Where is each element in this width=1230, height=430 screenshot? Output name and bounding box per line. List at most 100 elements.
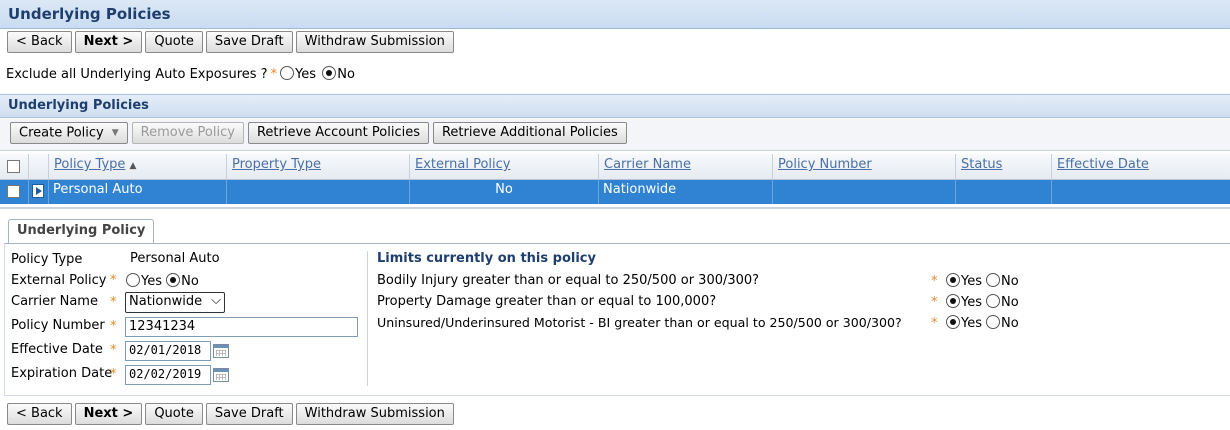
quote-button[interactable]: Quote <box>145 31 203 53</box>
row-expander-cell <box>28 180 48 204</box>
policy-number-sort-link[interactable]: Policy Number <box>778 157 872 172</box>
next-button[interactable]: Next > <box>74 31 143 53</box>
select-all-checkbox[interactable] <box>7 160 20 173</box>
required-icon: * <box>270 67 278 82</box>
exclude-yes-radio[interactable] <box>280 66 295 80</box>
required-icon: * <box>931 316 938 331</box>
effective-date-input[interactable]: 02/01/2018 <box>125 341 211 361</box>
cell-property-type <box>226 180 409 204</box>
list-toolbar: Create Policy ▼ Remove Policy Retrieve Ac… <box>0 119 1230 151</box>
effective-date-sort-link[interactable]: Effective Date <box>1057 157 1149 172</box>
external-no-radio[interactable] <box>166 273 181 287</box>
retrieve-additional-policies-button[interactable]: Retrieve Additional Policies <box>432 122 627 144</box>
policy-type-value: Personal Auto <box>130 251 220 266</box>
quote-button[interactable]: Quote <box>145 403 203 425</box>
row-expander-icon[interactable] <box>32 183 44 198</box>
bodily-injury-yes-label: Yes <box>961 274 982 289</box>
calendar-icon[interactable] <box>213 344 229 358</box>
status-sort-link[interactable]: Status <box>961 157 1002 172</box>
dropdown-arrow-icon: ▼ <box>111 128 119 138</box>
carrier-name-select[interactable]: Nationwide ⌵ <box>125 292 225 313</box>
required-icon: * <box>931 274 938 289</box>
create-policy-label: Create Policy <box>19 125 104 141</box>
uninsured-motorist-yes-radio[interactable] <box>946 315 960 329</box>
column-header-policy-type[interactable]: Policy Type ▲ <box>48 154 226 179</box>
retrieve-account-policies-button[interactable]: Retrieve Account Policies <box>247 122 429 144</box>
required-icon: * <box>110 295 117 310</box>
bottom-toolbar: < Back Next > Quote Save Draft Withdraw … <box>7 403 454 425</box>
remove-policy-button: Remove Policy <box>131 122 244 144</box>
effective-date-label: Effective Date <box>11 342 103 357</box>
policy-type-label: Policy Type <box>11 252 83 267</box>
property-type-sort-link[interactable]: Property Type <box>232 157 321 172</box>
property-damage-yes-radio[interactable] <box>946 294 960 308</box>
table-row[interactable]: Personal Auto No Nationwide <box>0 180 1230 204</box>
bodily-injury-no-radio[interactable] <box>986 273 1000 287</box>
exclude-question-label: Exclude all Underlying Auto Exposures ? <box>6 67 268 82</box>
column-header-property-type[interactable]: Property Type <box>226 154 409 179</box>
chevron-down-icon: ⌵ <box>211 293 221 308</box>
expiration-date-label: Expiration Date <box>11 366 113 381</box>
uninsured-motorist-radios: Yes No <box>946 315 1019 331</box>
column-header-policy-number[interactable]: Policy Number <box>772 154 955 179</box>
bodily-injury-no-label: No <box>1001 274 1019 289</box>
limits-question-property-damage: Property Damage greater than or equal to… <box>377 294 717 309</box>
sort-ascending-icon: ▲ <box>129 161 137 171</box>
withdraw-submission-button[interactable]: Withdraw Submission <box>295 403 454 425</box>
policy-number-input[interactable]: 12341234 <box>125 317 358 337</box>
required-icon: * <box>110 319 117 334</box>
back-button[interactable]: < Back <box>7 403 72 425</box>
select-all-cell <box>0 154 28 179</box>
required-icon: * <box>110 273 117 288</box>
required-icon: * <box>110 367 117 382</box>
column-header-effective-date[interactable]: Effective Date <box>1051 154 1230 179</box>
next-button[interactable]: Next > <box>74 403 143 425</box>
save-draft-button[interactable]: Save Draft <box>205 403 293 425</box>
underlying-policies-header: Underlying Policies <box>0 94 1230 118</box>
cell-policy-number <box>772 180 955 204</box>
external-yes-radio[interactable] <box>126 273 140 287</box>
calendar-icon[interactable] <box>213 368 229 382</box>
exclude-no-label: No <box>337 67 355 82</box>
limits-question-bodily-injury: Bodily Injury greater than or equal to 2… <box>377 273 760 288</box>
uninsured-motorist-no-label: No <box>1001 316 1019 331</box>
policy-type-sort-link[interactable]: Policy Type <box>54 157 125 172</box>
external-policy-label: External Policy <box>11 273 107 288</box>
expander-header-cell <box>28 154 48 179</box>
tab-underlying-policy[interactable]: Underlying Policy <box>8 219 155 244</box>
save-draft-button[interactable]: Save Draft <box>205 31 293 53</box>
divider <box>367 251 368 386</box>
required-icon: * <box>931 295 938 310</box>
bodily-injury-yes-radio[interactable] <box>946 273 960 287</box>
row-select-cell <box>0 180 28 204</box>
create-policy-button[interactable]: Create Policy ▼ <box>10 122 128 144</box>
column-header-carrier-name[interactable]: Carrier Name <box>598 154 772 179</box>
property-damage-radios: Yes No <box>946 294 1019 310</box>
withdraw-submission-button[interactable]: Withdraw Submission <box>295 31 454 53</box>
external-no-label: No <box>181 274 199 289</box>
page-title: Underlying Policies <box>0 0 1230 29</box>
cell-policy-type: Personal Auto <box>48 180 226 204</box>
carrier-name-label: Carrier Name <box>11 294 98 309</box>
carrier-name-sort-link[interactable]: Carrier Name <box>604 157 691 172</box>
cell-effective-date <box>1051 180 1230 204</box>
bodily-injury-radios: Yes No <box>946 273 1019 289</box>
cell-external-policy: No <box>409 180 598 204</box>
row-checkbox[interactable] <box>7 185 20 198</box>
exclude-no-radio[interactable] <box>322 66 337 80</box>
expiration-date-input[interactable]: 02/02/2019 <box>125 365 211 385</box>
policy-number-label: Policy Number <box>11 318 105 333</box>
uninsured-motorist-yes-label: Yes <box>961 316 982 331</box>
uninsured-motorist-no-radio[interactable] <box>986 315 1000 329</box>
required-icon: * <box>110 343 117 358</box>
column-header-external-policy[interactable]: External Policy <box>409 154 598 179</box>
property-damage-no-radio[interactable] <box>986 294 1000 308</box>
external-yes-label: Yes <box>141 274 162 289</box>
external-policy-sort-link[interactable]: External Policy <box>415 157 510 172</box>
limits-question-uninsured-motorist: Uninsured/Underinsured Motorist - BI gre… <box>377 315 902 330</box>
exclude-yes-label: Yes <box>295 67 317 82</box>
column-header-status[interactable]: Status <box>955 154 1051 179</box>
property-damage-yes-label: Yes <box>961 295 982 310</box>
back-button[interactable]: < Back <box>7 31 72 53</box>
divider <box>0 207 1230 209</box>
